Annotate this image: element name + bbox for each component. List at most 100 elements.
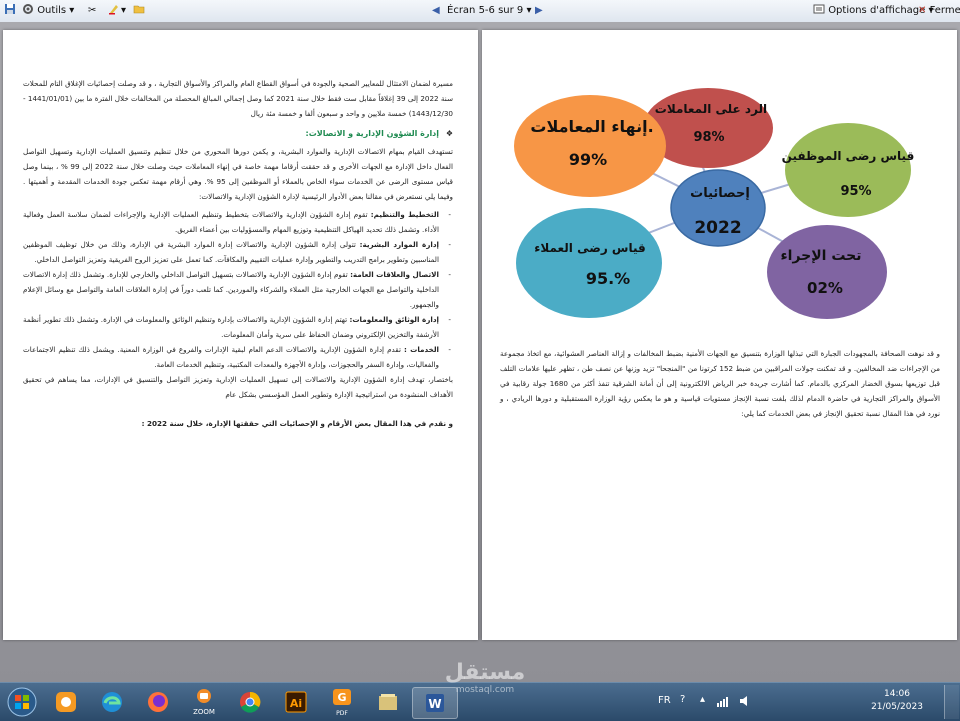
taskbar-firefox[interactable] [138, 687, 178, 717]
chevron-down-icon: ▾ [526, 5, 532, 16]
taskbar-zoom[interactable]: ZOOM [184, 687, 224, 717]
bubble-value: 02% [807, 279, 843, 297]
bubble-label: إنهاء المعاملات. [530, 117, 653, 136]
bubble-label: قياس رضى الموظفين [782, 149, 915, 164]
bubble-shape [516, 208, 662, 318]
right-page: الرد على المعاملات 98% إنهاء المعاملات. … [482, 30, 957, 640]
view-options-icon [813, 4, 825, 14]
taskbar-edge[interactable] [92, 687, 132, 717]
press-paragraph: و قد نوهت الصحافة بالمجهودات الجبارة الت… [500, 349, 940, 418]
show-desktop-button[interactable] [944, 685, 959, 719]
windows-taskbar: ZOOM Ai G PDF W مستقل mostaql.com FR ? ▴… [0, 661, 960, 721]
bubble-label: الرد على المعاملات [655, 102, 767, 116]
tools-label: Outils [37, 5, 67, 16]
section-heading-text: إدارة الشؤون الإدارية و الاتصالات: [305, 129, 440, 138]
center-title: إحصائيات [690, 186, 750, 201]
stat-bubble-in-progress: تحت الإجراء 02% [767, 225, 887, 319]
svg-text:G: G [337, 691, 346, 704]
windows-logo-icon [7, 687, 37, 717]
view-options-menu[interactable]: Options d'affichage ▾ [813, 3, 934, 19]
clock-date: 21/05/2023 [871, 702, 923, 712]
bullet-item: الخدمات : تقدم إدارة الشؤون الإدارية وال… [23, 342, 453, 372]
right-page-body: و قد نوهت الصحافة بالمجهودات الجبارة الت… [500, 346, 940, 421]
bubble-label: قياس رضى العملاء [534, 241, 646, 255]
screen-indicator[interactable]: Écran 5-6 sur 9 ▾ [447, 3, 532, 19]
uc-browser-icon [56, 692, 76, 712]
pdf-label: PDF [336, 709, 348, 717]
stat-bubble-employee-satisfaction: قياس رضى الموظفين 95% [782, 123, 915, 217]
speaker-icon[interactable] [738, 693, 752, 712]
left-page: مسيرة لضمان الامتثال للمعايير الصحية وال… [3, 30, 478, 640]
bubble-shape [514, 95, 666, 197]
next-screen-arrow[interactable]: ▶ [535, 3, 543, 19]
highlight-pen-icon[interactable] [108, 3, 120, 19]
closing-paragraph: و نقدم في هذا المقال بعض الأرقام و الإحص… [141, 419, 453, 428]
bubble-value: 95.% [586, 269, 630, 288]
taskbar-pdf-reader[interactable]: G PDF [322, 687, 362, 717]
left-page-body: مسيرة لضمان الامتثال للمعايير الصحية وال… [23, 76, 453, 431]
zoom-app-icon: ZOOM [193, 688, 215, 716]
firefox-icon [148, 692, 168, 712]
taskbar-uc-browser[interactable] [46, 687, 86, 717]
folder-stack-icon [379, 694, 397, 710]
watermark-text: مستقل [444, 660, 526, 685]
clock-time: 14:06 [884, 689, 910, 699]
svg-text:Ai: Ai [290, 697, 302, 710]
watermark-url: mostaql.com [455, 685, 515, 695]
bullet-title: الخدمات : [404, 345, 439, 354]
bullet-title: الاتصال والعلاقات العامة: [350, 270, 439, 279]
language-indicator[interactable]: FR [658, 695, 671, 706]
bullet-diamond-icon: ❖ [445, 129, 453, 138]
bubble-shape [767, 225, 887, 319]
taskbar-chrome[interactable] [230, 687, 270, 717]
scissors-icon[interactable]: ✂ [88, 3, 96, 19]
stat-bubble-customer-satisfaction: قياس رضى العملاء 95.% [516, 208, 662, 318]
bullet-item: إدارة الوثائق والمعلومات: تهتم إدارة الش… [23, 312, 453, 342]
network-icon[interactable] [716, 693, 730, 712]
illustrator-icon: Ai [285, 691, 307, 713]
bullet-item: التخطيط والتنظيم: تقوم إدارة الشؤون الإد… [23, 207, 453, 237]
tools-icon [23, 4, 33, 14]
bullet-item: إدارة الموارد البشرية: تتولى إدارة الشؤو… [23, 237, 453, 267]
taskbar-illustrator[interactable]: Ai [276, 687, 316, 717]
bullet-title: إدارة الوثائق والمعلومات: [349, 315, 440, 324]
reading-stage: مسيرة لضمان الامتثال للمعايير الصحية وال… [0, 22, 960, 682]
help-icon[interactable]: ? [680, 694, 685, 705]
pdf-app-icon: G PDF [331, 688, 353, 717]
bullet-title: التخطيط والتنظيم: [370, 210, 439, 219]
summary-paragraph: باختصار، تهدف إدارة الشؤون الإدارية والا… [23, 375, 453, 399]
watermark-logo: مستقل mostaql.com [425, 660, 545, 696]
close-icon: ✕ [918, 5, 927, 16]
bubble-label: تحت الإجراء [780, 248, 861, 264]
taskbar-files[interactable] [368, 687, 408, 717]
section-heading: ❖ إدارة الشؤون الإدارية و الاتصالات: [23, 126, 454, 141]
svg-text:W: W [428, 697, 441, 711]
previous-screen-arrow[interactable]: ◀ [432, 3, 440, 19]
zoom-label: ZOOM [193, 708, 215, 716]
bubble-shape [785, 123, 911, 217]
statistics-infographic: الرد على المعاملات 98% إنهاء المعاملات. … [514, 88, 915, 319]
stat-bubble-completion: إنهاء المعاملات. 99% [514, 95, 666, 197]
save-icon[interactable] [4, 3, 16, 19]
intro-paragraph: مسيرة لضمان الامتثال للمعايير الصحية وال… [23, 79, 453, 118]
bullet-title: إدارة الموارد البشرية: [359, 240, 440, 249]
close-button[interactable]: ✕ Fermer [918, 3, 960, 19]
bullet-text: تقدم إدارة الشؤون الإدارية والاتصالات ال… [23, 345, 439, 369]
chrome-icon [240, 691, 261, 713]
chevron-down-icon: ▾ [69, 5, 75, 16]
center-year: 2022 [694, 218, 741, 238]
start-button[interactable] [2, 687, 42, 717]
bullet-item: الاتصال والعلاقات العامة: تقوم إدارة الش… [23, 267, 453, 312]
tools-menu[interactable]: Outils ▾ [22, 3, 74, 19]
view-options-label: Options d'affichage [828, 5, 926, 16]
edge-browser-icon [102, 692, 122, 712]
folder-icon[interactable] [133, 3, 145, 19]
center-bubble: إحصائيات 2022 [670, 169, 766, 247]
bubble-value: 95% [840, 184, 871, 199]
screen-label: Écran 5-6 sur 9 [447, 5, 524, 16]
bubble-value: 98% [693, 130, 724, 145]
tray-expand-icon[interactable]: ▴ [700, 694, 705, 705]
reader-toolbar: Outils ▾ ✂ ▾ ◀ Écran 5-6 sur 9 ▾ ▶ Optio… [0, 0, 960, 23]
chevron-down-icon[interactable]: ▾ [121, 3, 126, 19]
system-clock[interactable]: 14:06 21/05/2023 [862, 688, 932, 714]
